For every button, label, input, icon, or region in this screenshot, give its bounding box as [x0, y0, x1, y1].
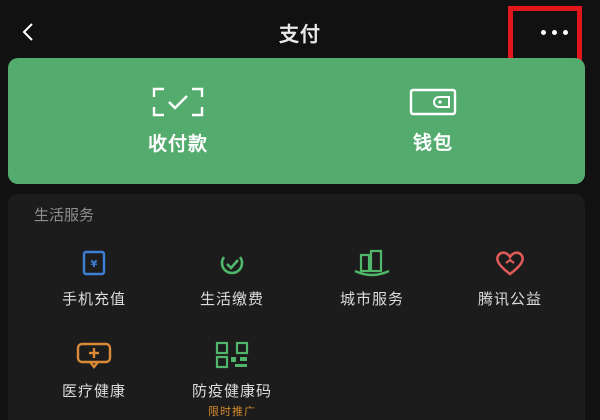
- utility-payment-icon: [220, 256, 244, 275]
- page-title: 支付: [279, 22, 321, 46]
- service-city[interactable]: 城市服务: [302, 248, 442, 309]
- service-charity[interactable]: 腾讯公益: [440, 248, 580, 309]
- service-utility-payment[interactable]: 生活缴费: [162, 248, 302, 309]
- service-label: 手机充值: [61, 290, 126, 308]
- service-phone-topup[interactable]: ¥ 手机充值: [24, 248, 164, 309]
- health-code-icon: [215, 341, 249, 369]
- wallet-icon: [409, 88, 457, 115]
- scan-pay-icon: [152, 87, 204, 116]
- service-label: 腾讯公益: [477, 290, 542, 308]
- service-health-code[interactable]: 防疫健康码 限时推广: [162, 340, 302, 419]
- svg-text:¥: ¥: [91, 259, 98, 270]
- wallet-label: 钱包: [412, 131, 453, 154]
- receive-pay-label: 收付款: [147, 132, 208, 155]
- service-label: 防疫健康码: [191, 382, 272, 400]
- phone-topup-icon: ¥: [82, 250, 106, 276]
- section-title: 生活服务: [34, 206, 95, 224]
- promo-badge: 限时推广: [208, 405, 256, 418]
- more-dots-icon: [540, 29, 568, 35]
- payment-card: 收付款 钱包: [8, 58, 585, 184]
- service-medical[interactable]: 医疗健康: [24, 340, 164, 401]
- top-bar: 支付: [0, 0, 600, 70]
- life-services-panel: 生活服务 ¥ 手机充值 生活缴费 城市服务 腾讯公益 医疗健康 防疫健康码 限时…: [8, 194, 585, 420]
- wallet-button[interactable]: 钱包: [353, 58, 513, 184]
- service-label: 城市服务: [339, 290, 404, 308]
- payment-page: 支付 收付款 钱包 生活服务 ¥ 手机充值 生活缴费 城市服务 腾讯公益 医疗健…: [0, 0, 600, 420]
- service-label: 生活缴费: [199, 290, 264, 308]
- medical-health-icon: [76, 342, 112, 369]
- charity-heart-icon: [496, 251, 524, 276]
- more-button[interactable]: [526, 14, 582, 50]
- city-service-icon: [354, 249, 390, 277]
- service-label: 医疗健康: [61, 382, 126, 400]
- receive-pay-button[interactable]: 收付款: [98, 58, 258, 184]
